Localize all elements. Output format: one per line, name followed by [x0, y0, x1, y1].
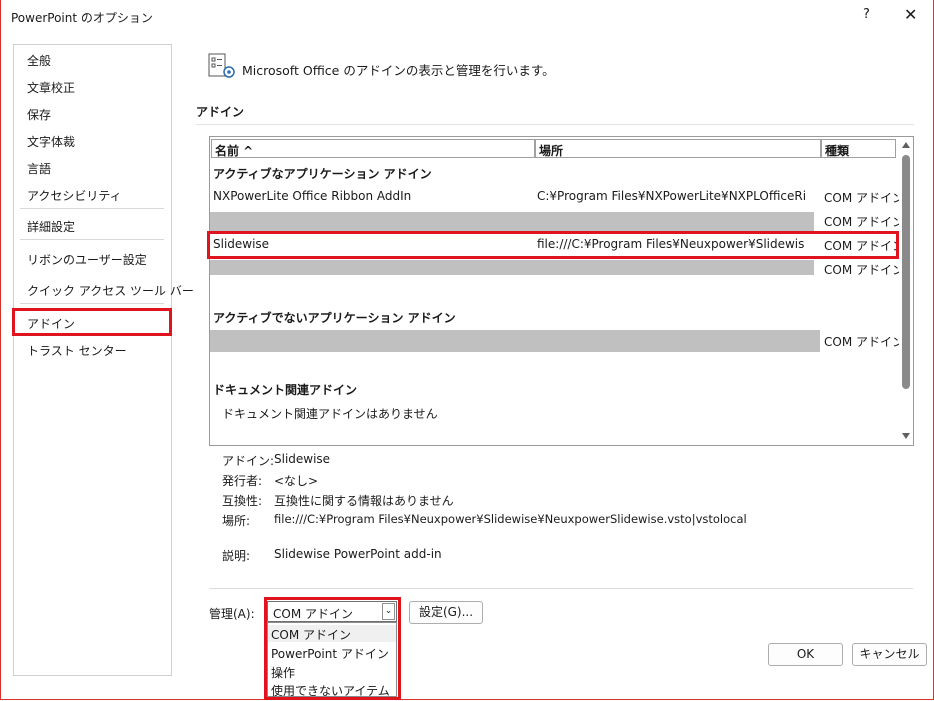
document-empty-text: ドキュメント関連アドインはありません	[222, 407, 438, 421]
table-row-redacted[interactable]	[210, 330, 820, 352]
section-title: アドイン	[196, 105, 245, 119]
detail-desc-value: Slidewise PowerPoint add-in	[274, 547, 442, 561]
title-bar: PowerPoint のオプション ? ✕	[1, 0, 933, 33]
table-row-redacted[interactable]	[210, 260, 814, 275]
group-document: ドキュメント関連アドイン	[213, 383, 358, 397]
table-row-redacted[interactable]	[210, 212, 814, 231]
window-title: PowerPoint のオプション	[11, 11, 153, 25]
section-divider	[196, 124, 914, 125]
options-dialog: PowerPoint のオプション ? ✕ 全般 文章校正 保存 文字体裁 言語…	[0, 0, 934, 700]
sidebar-item-save[interactable]: 保存	[27, 106, 51, 123]
column-header-location[interactable]: 場所	[535, 139, 821, 158]
sidebar-item-customize-ribbon[interactable]: リボンのユーザー設定	[27, 251, 147, 268]
sidebar-item-typography[interactable]: 文字体裁	[27, 133, 75, 150]
table-row-type[interactable]: COM アドイン	[824, 261, 904, 278]
scroll-up-icon[interactable]	[902, 142, 910, 148]
column-header-type[interactable]: 種類	[821, 139, 896, 158]
sidebar-divider	[20, 303, 164, 304]
sidebar-divider	[20, 239, 164, 240]
group-active: アクティブなアプリケーション アドイン	[213, 167, 432, 181]
table-scrollbar[interactable]	[899, 137, 913, 445]
detail-addin-value: Slidewise	[274, 452, 331, 466]
ok-button[interactable]: OK	[768, 643, 843, 666]
addin-settings-icon	[208, 53, 235, 78]
table-row-location[interactable]: C:¥Program Files¥NXPowerLite¥NXPLOfficeR…	[537, 189, 817, 203]
bottom-divider	[209, 588, 913, 589]
sidebar-item-general[interactable]: 全般	[27, 52, 51, 69]
table-row-type[interactable]: COM アドイン	[824, 213, 904, 230]
sidebar-item-proofing[interactable]: 文章校正	[27, 79, 75, 96]
table-row-name[interactable]: NXPowerLite Office Ribbon AddIn	[213, 189, 533, 203]
settings-button[interactable]: 設定(G)...	[409, 601, 483, 624]
group-inactive: アクティブでないアプリケーション アドイン	[213, 311, 456, 325]
table-row-type[interactable]: COM アドイン	[824, 333, 904, 350]
detail-desc-label: 説明:	[222, 549, 251, 563]
sidebar-item-trust-center[interactable]: トラスト センター	[27, 342, 127, 359]
detail-compat-value: 互換性に関する情報はありません	[274, 494, 454, 508]
manage-highlight-frame	[264, 597, 401, 700]
slidewise-highlight-frame	[207, 231, 899, 259]
sidebar-item-language[interactable]: 言語	[27, 160, 51, 177]
manage-label: 管理(A):	[209, 607, 255, 621]
scroll-thumb[interactable]	[902, 155, 910, 389]
detail-location-value: file:///C:¥Program Files¥Neuxpower¥Slide…	[274, 512, 747, 526]
detail-addin-label: アドイン:	[222, 454, 275, 468]
header-description: Microsoft Office のアドインの表示と管理を行います。	[242, 63, 555, 78]
sidebar-item-accessibility[interactable]: アクセシビリティ	[27, 187, 122, 204]
detail-publisher-value: <なし>	[274, 474, 319, 488]
sidebar-divider	[20, 208, 164, 209]
sidebar-nav: 全般 文章校正 保存 文字体裁 言語 アクセシビリティ 詳細設定 リボンのユーザ…	[13, 44, 194, 676]
detail-location-label: 場所:	[222, 514, 251, 528]
scroll-down-icon[interactable]	[902, 433, 910, 439]
cancel-button[interactable]: キャンセル	[852, 643, 927, 666]
addin-table: 名前 ^ 場所 種類 アクティブなアプリケーション アドイン NXPowerLi…	[209, 136, 914, 446]
column-header-name[interactable]: 名前 ^	[211, 139, 535, 158]
detail-publisher-label: 発行者:	[222, 474, 263, 488]
detail-compat-label: 互換性:	[222, 494, 263, 508]
sidebar-item-advanced[interactable]: 詳細設定	[27, 218, 75, 235]
addins-highlight-frame	[12, 308, 172, 336]
table-row-type[interactable]: COM アドイン	[824, 189, 904, 206]
sidebar-item-quick-access[interactable]: クイック アクセス ツール バー	[27, 282, 194, 299]
close-button[interactable]: ✕	[904, 5, 917, 24]
help-button[interactable]: ?	[863, 7, 870, 22]
